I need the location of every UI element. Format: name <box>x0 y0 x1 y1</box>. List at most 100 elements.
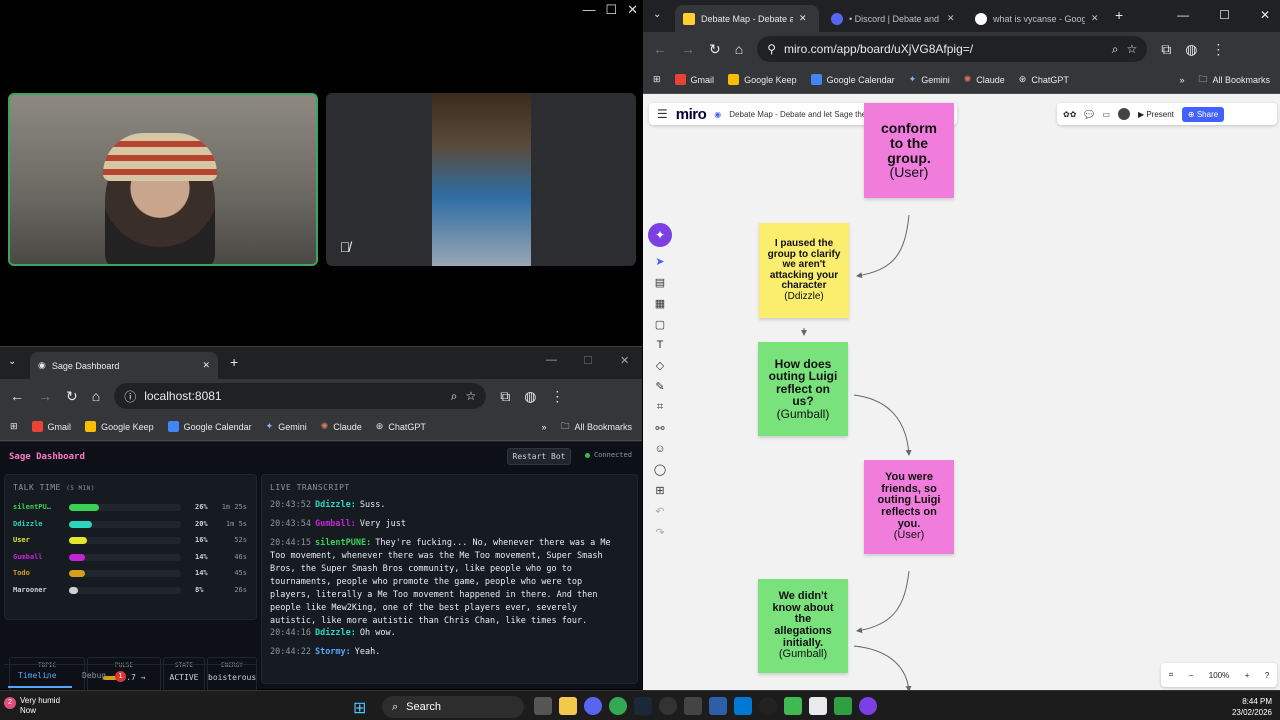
vscode-icon[interactable] <box>734 697 752 715</box>
terminal-icon[interactable] <box>684 697 702 715</box>
new-tab-icon[interactable]: + <box>230 354 238 370</box>
back-icon[interactable]: ← <box>10 388 24 404</box>
task-view-icon[interactable] <box>534 697 552 715</box>
obs-icon[interactable] <box>759 697 777 715</box>
tab-debug[interactable]: Debug 1 <box>82 671 126 682</box>
video-icon[interactable]: ▭ <box>1102 110 1110 119</box>
close-tab-icon[interactable]: ✕ <box>947 13 955 24</box>
bookmark-chatgpt[interactable]: ⊛ ChatGPT <box>1019 74 1069 85</box>
main-menu-icon[interactable]: ☰ <box>657 107 668 121</box>
restart-bot-button[interactable]: Restart Bot <box>507 448 571 465</box>
add-more-icon[interactable]: ⊞ <box>655 484 664 497</box>
chrome-icon[interactable] <box>609 697 627 715</box>
powershell-icon[interactable] <box>709 697 727 715</box>
close-tab-icon[interactable]: ✕ <box>799 13 807 24</box>
system-clock[interactable]: 8:44 PM 23/02/2026 <box>1232 696 1272 718</box>
address-bar[interactable]: ⚲ miro.com/app/board/uXjVG8Afpig=/ ⌕ ☆ <box>757 36 1148 62</box>
tab-search-icon[interactable]: ⌄ <box>653 9 661 20</box>
address-bar[interactable]: ⓘ localhost:8081 ⌕ ☆ <box>114 383 487 409</box>
weather-icon[interactable]: 2 <box>4 697 16 709</box>
new-tab-icon[interactable]: + <box>1115 7 1123 23</box>
emoji-icon[interactable]: ☺ <box>654 443 665 455</box>
zoom-level[interactable]: 100% <box>1209 671 1229 680</box>
site-info-icon[interactable]: ⓘ <box>124 388 136 405</box>
bookmark-google-calendar[interactable]: Google Calendar <box>167 421 252 432</box>
site-info-icon[interactable]: ⚲ <box>767 42 776 56</box>
comments-icon[interactable]: 💬 <box>1084 110 1094 119</box>
reload-icon[interactable]: ↻ <box>66 388 78 405</box>
steam-icon[interactable] <box>634 697 652 715</box>
sticky-note[interactable]: conform to the group. (User) <box>864 103 954 198</box>
apps-icon[interactable]: ⊞ <box>653 74 661 85</box>
taskbar-search[interactable]: ⌕ Search <box>382 696 524 718</box>
redo-icon[interactable]: ↷ <box>655 526 664 539</box>
zoom-out-icon[interactable]: − <box>1189 671 1194 680</box>
file-explorer-icon[interactable] <box>559 697 577 715</box>
notepad-icon[interactable] <box>809 697 827 715</box>
tab-search-icon[interactable]: ⌄ <box>8 356 16 367</box>
tab-debate-map[interactable]: Debate Map - Debate an ✕ <box>675 5 819 32</box>
tab-discord[interactable]: • Discord | Debate and l ✕ <box>823 5 963 32</box>
apps-icon[interactable]: ⊞ <box>10 421 18 432</box>
miro-logo[interactable]: miro <box>676 106 707 123</box>
close-tab-icon[interactable]: ✕ <box>202 360 210 371</box>
select-tool-icon[interactable]: ➤ <box>655 255 664 268</box>
more-bookmarks-icon[interactable]: » <box>541 422 546 432</box>
connector-arrow[interactable] <box>853 394 912 456</box>
close-button[interactable]: ✕ <box>1260 8 1270 22</box>
video-tile-speaking[interactable] <box>8 93 318 266</box>
home-icon[interactable]: ⌂ <box>92 388 100 404</box>
reactions-icon[interactable]: ✿✿ <box>1063 110 1076 119</box>
shapes-icon[interactable]: ◇ <box>656 359 664 372</box>
video-tile[interactable]: 🎙̸ <box>326 93 636 266</box>
app-icon[interactable] <box>784 697 802 715</box>
menu-icon[interactable]: ⋮ <box>550 388 564 405</box>
all-bookmarks[interactable]: 🗀 All Bookmarks <box>560 419 632 435</box>
maximize-button[interactable]: ☐ <box>583 354 593 367</box>
text-tool-icon[interactable]: T <box>657 339 664 351</box>
zoom-icon[interactable]: ⌕ <box>451 389 458 404</box>
bookmark-chatgpt[interactable]: ⊛ ChatGPT <box>376 421 426 432</box>
minimize-button[interactable]: — <box>582 2 595 18</box>
all-bookmarks[interactable]: 🗀 All Bookmarks <box>1198 72 1270 88</box>
tab-sage-dashboard[interactable]: ◉ Sage Dashboard ✕ <box>30 352 218 379</box>
comment-tool-icon[interactable]: ◯ <box>654 463 666 476</box>
undo-icon[interactable]: ↶ <box>655 505 664 518</box>
menu-icon[interactable]: ⋮ <box>1211 41 1225 58</box>
close-button[interactable]: ✕ <box>627 2 638 18</box>
home-icon[interactable]: ⌂ <box>735 41 743 57</box>
weather-widget[interactable]: Very humid Now <box>20 696 60 716</box>
forward-icon[interactable]: → <box>38 388 52 404</box>
back-icon[interactable]: ← <box>653 41 667 57</box>
zoom-in-icon[interactable]: + <box>1245 671 1250 680</box>
start-icon[interactable]: ⊞ <box>353 698 366 718</box>
bookmark-star-icon[interactable]: ☆ <box>465 389 476 403</box>
bookmark-star-icon[interactable]: ☆ <box>1126 42 1137 56</box>
profile-icon[interactable]: ◍ <box>524 388 536 405</box>
templates-icon[interactable]: ▤ <box>655 276 665 289</box>
discord-icon[interactable] <box>584 697 602 715</box>
bookmark-claude[interactable]: ✺ Claude <box>321 421 362 432</box>
close-tab-icon[interactable]: ✕ <box>1091 13 1099 24</box>
profile-icon[interactable]: ◍ <box>1185 41 1197 58</box>
reload-icon[interactable]: ↻ <box>709 41 721 58</box>
tab-google-search[interactable]: what is vycanse - Googl ✕ <box>967 5 1107 32</box>
maximize-button[interactable]: ☐ <box>605 2 617 18</box>
avatar[interactable] <box>1117 108 1130 120</box>
forward-icon[interactable]: → <box>681 41 695 57</box>
sticky-note-icon[interactable]: ▢ <box>655 318 665 331</box>
bookmark-gmail[interactable]: Gmail <box>31 421 71 432</box>
bookmark-claude[interactable]: ✺ Claude <box>964 74 1005 85</box>
zoom-icon[interactable]: ⌕ <box>1112 42 1119 57</box>
app-icon[interactable] <box>659 697 677 715</box>
pen-icon[interactable]: ✎ <box>655 380 664 393</box>
bookmark-google-keep[interactable]: Google Keep <box>85 421 154 432</box>
frame-icon[interactable]: ▦ <box>655 297 665 310</box>
minimize-button[interactable]: — <box>546 354 557 366</box>
app-icon[interactable] <box>859 697 877 715</box>
present-button[interactable]: ▶ Present <box>1138 110 1174 119</box>
minimize-button[interactable]: — <box>1177 8 1189 22</box>
tab-timeline[interactable]: Timeline <box>18 671 57 680</box>
fit-screen-icon[interactable]: ⌗ <box>1169 670 1174 680</box>
sticky-note[interactable]: I paused the group to clarify we aren't … <box>759 223 849 318</box>
